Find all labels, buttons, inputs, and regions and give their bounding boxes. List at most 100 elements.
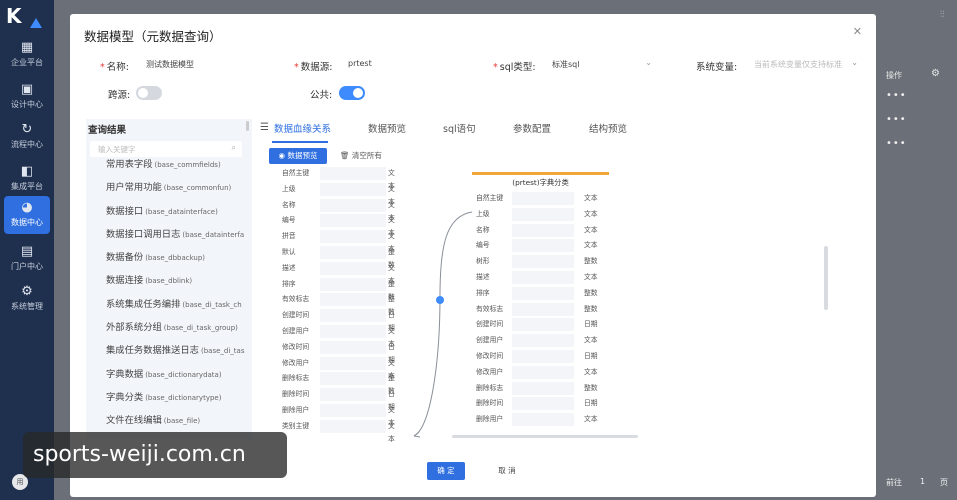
field-name: 编号	[282, 216, 296, 225]
data-preview-button[interactable]: ◉ 数据预览	[269, 148, 327, 164]
field-row[interactable]: 自然主键 文本	[278, 166, 396, 190]
nav-item-data[interactable]: ◕ 数据中心	[4, 196, 50, 234]
list-item[interactable]: 字典数据 (base_dictionarydata)	[106, 363, 246, 386]
vertical-scrollbar[interactable]	[824, 246, 828, 310]
name-field[interactable]: 测试数据模型	[138, 55, 284, 75]
list-item[interactable]: 系统集成任务编排 (base_di_task_ch	[106, 293, 246, 316]
scrollbar[interactable]	[246, 121, 249, 131]
field-row[interactable]: 上级 文本	[472, 207, 609, 223]
row-more-button[interactable]: •••	[886, 138, 907, 149]
field-row[interactable]: 修改时间 日期	[278, 340, 396, 364]
field-row[interactable]: 名称 文本	[472, 223, 609, 239]
tab-lineage[interactable]: 数据血缘关系	[274, 121, 331, 135]
field-row[interactable]: 修改时间 日期	[472, 349, 609, 365]
tab-params[interactable]: 参数配置	[513, 121, 551, 135]
nav-item-integration[interactable]: ◧ 集成平台	[0, 160, 54, 198]
field-name: 删除用户	[476, 415, 504, 424]
field-row[interactable]: 默认 整数	[278, 245, 396, 269]
field-cell	[512, 397, 574, 411]
chevron-down-icon: ⌄	[851, 58, 858, 67]
field-row[interactable]: 编号 文本	[278, 213, 396, 237]
list-item[interactable]: 常用表字段 (base_commfields)	[106, 153, 246, 176]
field-cell	[320, 198, 386, 212]
field-row[interactable]: 有效标志 整数	[278, 292, 396, 316]
field-row[interactable]: 删除标志 整数	[278, 371, 396, 395]
field-row[interactable]: 创建时间 日期	[472, 317, 609, 333]
list-item[interactable]: 用户常用功能 (base_commonfun)	[106, 176, 246, 199]
field-cell	[512, 381, 574, 395]
clear-all-button[interactable]: 🗑 清空所有	[340, 150, 382, 161]
field-name: 删除用户	[282, 405, 310, 414]
nav-item-enterprise[interactable]: ▦ 企业平台	[0, 36, 54, 74]
list-item[interactable]: 集成任务数据推送日志 (base_di_tas	[106, 339, 246, 362]
nav-item-portal[interactable]: ▤ 门户中心	[0, 240, 54, 278]
nav-item-system[interactable]: ⚙ 系统管理	[0, 280, 54, 318]
field-row[interactable]: 描述 文本	[278, 261, 396, 285]
field-type: 日期	[584, 320, 598, 329]
field-name: 排序	[282, 279, 296, 288]
cross-source-toggle[interactable]	[136, 86, 162, 100]
field-row[interactable]: 上级 文本	[278, 182, 396, 206]
table-card[interactable]: (prtest)字典分类 自然主键 文本 上级 文本 名称 文本 编号 文本 树形 整数 描述 文本排…	[472, 172, 609, 426]
gear-icon[interactable]: ⚙	[931, 68, 940, 79]
field-row[interactable]: 编号 文本	[472, 238, 609, 254]
settings-sliders-icon[interactable]: ⫶⫶	[940, 10, 945, 20]
field-row[interactable]: 删除用户 文本	[278, 403, 396, 427]
field-cell	[512, 270, 574, 284]
field-type: 文本	[584, 241, 598, 250]
field-type: 文本	[584, 225, 598, 234]
tab-data-preview[interactable]: 数据预览	[368, 121, 406, 135]
field-row[interactable]: 拼音 文本	[278, 229, 396, 253]
list-item[interactable]: 数据连接 (base_dblink)	[106, 269, 246, 292]
field-row[interactable]: 自然主键 文本	[472, 191, 609, 207]
field-cell	[320, 214, 386, 228]
search-icon: ⌕	[231, 143, 236, 152]
close-icon[interactable]: ✕	[853, 25, 862, 38]
field-row[interactable]: 创建时间 日期	[278, 308, 396, 332]
field-row[interactable]: 创建用户 文本	[472, 333, 609, 349]
tab-sql[interactable]: sql语句	[443, 121, 476, 135]
pager-input[interactable]: 1	[920, 477, 925, 486]
field-row[interactable]: 描述 文本	[472, 270, 609, 286]
nav-item-design[interactable]: ▣ 设计中心	[0, 78, 54, 116]
lineage-node-icon[interactable]	[436, 296, 444, 304]
field-name: 描述	[476, 272, 490, 281]
list-item[interactable]: 文件在线编辑 (base_file)	[106, 409, 246, 432]
app-logo[interactable]: K	[6, 4, 42, 30]
field-row[interactable]: 名称 文本	[278, 198, 396, 222]
row-more-button[interactable]: •••	[886, 90, 907, 101]
cancel-button[interactable]: 取 消	[488, 462, 526, 480]
tab-structure-preview[interactable]: 结构预览	[589, 121, 627, 135]
field-row[interactable]: 删除用户 文本	[472, 412, 609, 426]
field-cell	[512, 302, 574, 316]
datasource-select[interactable]: prtest	[340, 55, 460, 75]
field-type: 文本	[584, 209, 598, 218]
field-row[interactable]: 修改用户 文本	[278, 356, 396, 380]
field-row[interactable]: 有效标志 整数	[472, 302, 609, 318]
field-row[interactable]: 删除时间 日期	[472, 396, 609, 412]
public-toggle[interactable]	[339, 86, 365, 100]
field-cell	[512, 255, 574, 269]
field-row[interactable]: 排序 整数	[472, 286, 609, 302]
row-more-button[interactable]: •••	[886, 114, 907, 125]
list-item[interactable]: 字典分类 (base_dictionarytype)	[106, 386, 246, 409]
field-row[interactable]: 修改用户 文本	[472, 365, 609, 381]
pager-prefix: 前往	[886, 478, 902, 487]
confirm-button[interactable]: 确 定	[427, 462, 465, 480]
field-row[interactable]: 树形 整数	[472, 254, 609, 270]
field-row[interactable]: 排序 整数	[278, 277, 396, 301]
field-row[interactable]: 类别主键 文本	[278, 419, 396, 443]
list-item[interactable]: 数据接口 (base_datainterface)	[106, 200, 246, 223]
list-item[interactable]: 外部系统分组 (base_di_task_group)	[106, 316, 246, 339]
menu-icon[interactable]: ☰	[260, 122, 269, 133]
horizontal-scrollbar[interactable]	[452, 435, 638, 438]
sqltype-select[interactable]: 标准sql ⌄	[544, 55, 658, 75]
nav-item-flow[interactable]: ↻ 流程中心	[0, 118, 54, 156]
field-row[interactable]: 创建用户 文本	[278, 324, 396, 348]
sysvar-select[interactable]: 当前系统变量仅支持标准 ⌄	[746, 55, 864, 75]
list-item[interactable]: 数据接口调用日志 (base_datainterfa	[106, 223, 246, 246]
field-cell	[320, 245, 386, 259]
field-row[interactable]: 删除标志 整数	[472, 381, 609, 397]
list-item[interactable]: 数据备份 (base_dbbackup)	[106, 246, 246, 269]
field-row[interactable]: 删除时间 日期	[278, 387, 396, 411]
